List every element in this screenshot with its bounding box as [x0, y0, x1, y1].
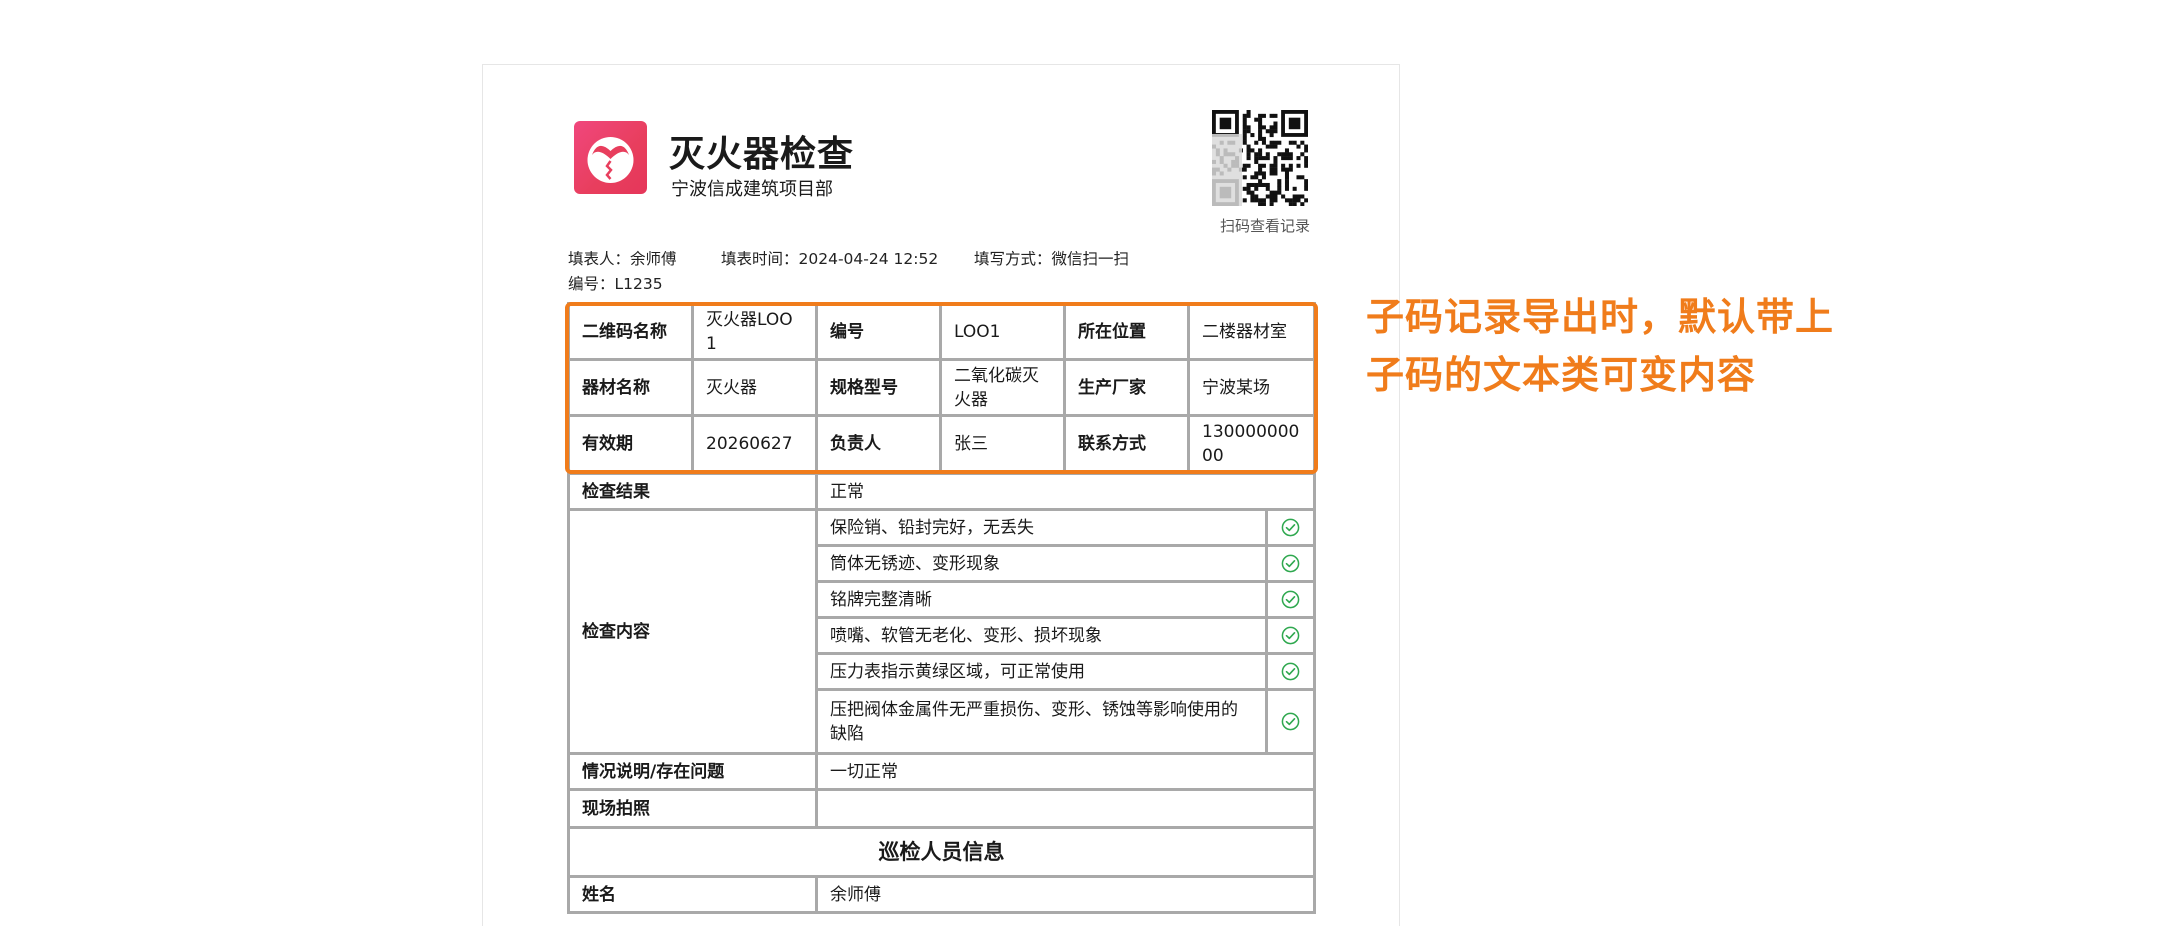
- inspection-sheet: 灭火器检查 宁波信成建筑项目部 扫码查看记录 填表人：余师傅 填表时间：2024…: [482, 64, 1400, 926]
- check-cell: [1265, 652, 1316, 691]
- table-row: 巡检人员信息: [567, 826, 1316, 878]
- check-circle-icon: [1281, 662, 1300, 681]
- check-cell: [1265, 616, 1316, 655]
- check-item: 保险销、铅封完好，无丢失: [815, 508, 1268, 547]
- table-row: 姓名 余师傅: [567, 875, 1316, 914]
- table-row: 器材名称 灭火器 规格型号 二氧化碳灭火器 生产厂家 宁波某场: [567, 358, 1316, 417]
- inspector-section-title: 巡检人员信息: [567, 826, 1316, 878]
- check-cell: [1265, 580, 1316, 619]
- filler: 填表人：余师傅: [568, 250, 677, 268]
- qr-name-value: 灭火器LOO1: [691, 302, 818, 361]
- table-row: 检查结果 正常: [567, 472, 1316, 511]
- spec-label: 规格型号: [815, 358, 942, 417]
- fill-time: 填表时间：2024-04-24 12:52: [721, 250, 939, 268]
- contact-value: 13000000000: [1187, 414, 1316, 473]
- inspector-name-value: 余师傅: [815, 875, 1316, 914]
- equipment-name-label: 器材名称: [567, 358, 694, 417]
- check-circle-icon: [1281, 590, 1300, 609]
- check-circle-icon: [1281, 554, 1300, 573]
- check-item: 铭牌完整清晰: [815, 580, 1268, 619]
- inspector-name-label: 姓名: [567, 875, 818, 914]
- check-circle-icon: [1281, 518, 1300, 537]
- code-value: LOO1: [939, 302, 1066, 361]
- check-item: 筒体无锈迹、变形现象: [815, 544, 1268, 583]
- location-value: 二楼器材室: [1187, 302, 1316, 361]
- check-cell: [1265, 688, 1316, 755]
- check-item: 压力表指示黄绿区域，可正常使用: [815, 652, 1268, 691]
- situation-value: 一切正常: [815, 752, 1316, 791]
- situation-label: 情况说明/存在问题: [567, 752, 818, 791]
- annotation-note: 子码记录导出时，默认带上 子码的文本类可变内容: [1366, 288, 1926, 404]
- check-cell: [1265, 508, 1316, 547]
- check-circle-icon: [1281, 712, 1300, 731]
- table-row: 检查内容 保险销、铅封完好，无丢失: [567, 508, 1316, 755]
- location-label: 所在位置: [1063, 302, 1190, 361]
- page-title: 灭火器检查: [669, 134, 855, 175]
- check-item: 压把阀体金属件无严重损伤、变形、锈蚀等影响使用的缺陷: [815, 688, 1268, 755]
- result-value: 正常: [815, 472, 1316, 511]
- check-circle-icon: [1281, 626, 1300, 645]
- expiry-value: 20260627: [691, 414, 818, 473]
- qr-name-label: 二维码名称: [567, 302, 694, 361]
- check-cell: [1265, 544, 1316, 583]
- app-logo-icon: [574, 121, 647, 194]
- annotation-line: 子码记录导出时，默认带上: [1366, 295, 1835, 339]
- annotation-line: 子码的文本类可变内容: [1366, 353, 1757, 397]
- table-row: 情况说明/存在问题 一切正常: [567, 752, 1316, 791]
- manufacturer-value: 宁波某场: [1187, 358, 1316, 417]
- result-label: 检查结果: [567, 472, 818, 511]
- fill-method: 填写方式：微信扫一扫: [974, 250, 1130, 268]
- contact-label: 联系方式: [1063, 414, 1190, 473]
- record-number: 编号：L1235: [568, 275, 663, 293]
- table-row: 二维码名称 灭火器LOO1 编号 LOO1 所在位置 二楼器材室: [567, 302, 1316, 361]
- photo-label: 现场拍照: [567, 788, 818, 829]
- expiry-label: 有效期: [567, 414, 694, 473]
- spec-value: 二氧化碳灭火器: [939, 358, 1066, 417]
- owner-value: 张三: [939, 414, 1066, 473]
- project-name: 宁波信成建筑项目部: [671, 179, 833, 200]
- qr-caption: 扫码查看记录: [1219, 217, 1310, 235]
- equipment-name-value: 灭火器: [691, 358, 818, 417]
- check-item: 喷嘴、软管无老化、变形、损坏现象: [815, 616, 1268, 655]
- table-row: 有效期 20260627 负责人 张三 联系方式 13000000000: [567, 414, 1316, 473]
- code-label: 编号: [815, 302, 942, 361]
- owner-label: 负责人: [815, 414, 942, 473]
- inspection-table: 检查结果 正常 检查内容 保险销、铅封完好，无丢失 筒体无锈迹、变形现象 铭牌完…: [567, 472, 1316, 914]
- photo-value: [815, 788, 1316, 829]
- table-row: 现场拍照: [567, 788, 1316, 829]
- inspection-content-label: 检查内容: [567, 508, 818, 755]
- qr-code[interactable]: [1212, 110, 1308, 206]
- info-table: 二维码名称 灭火器LOO1 编号 LOO1 所在位置 二楼器材室 器材名称 灭火…: [567, 302, 1316, 473]
- manufacturer-label: 生产厂家: [1063, 358, 1190, 417]
